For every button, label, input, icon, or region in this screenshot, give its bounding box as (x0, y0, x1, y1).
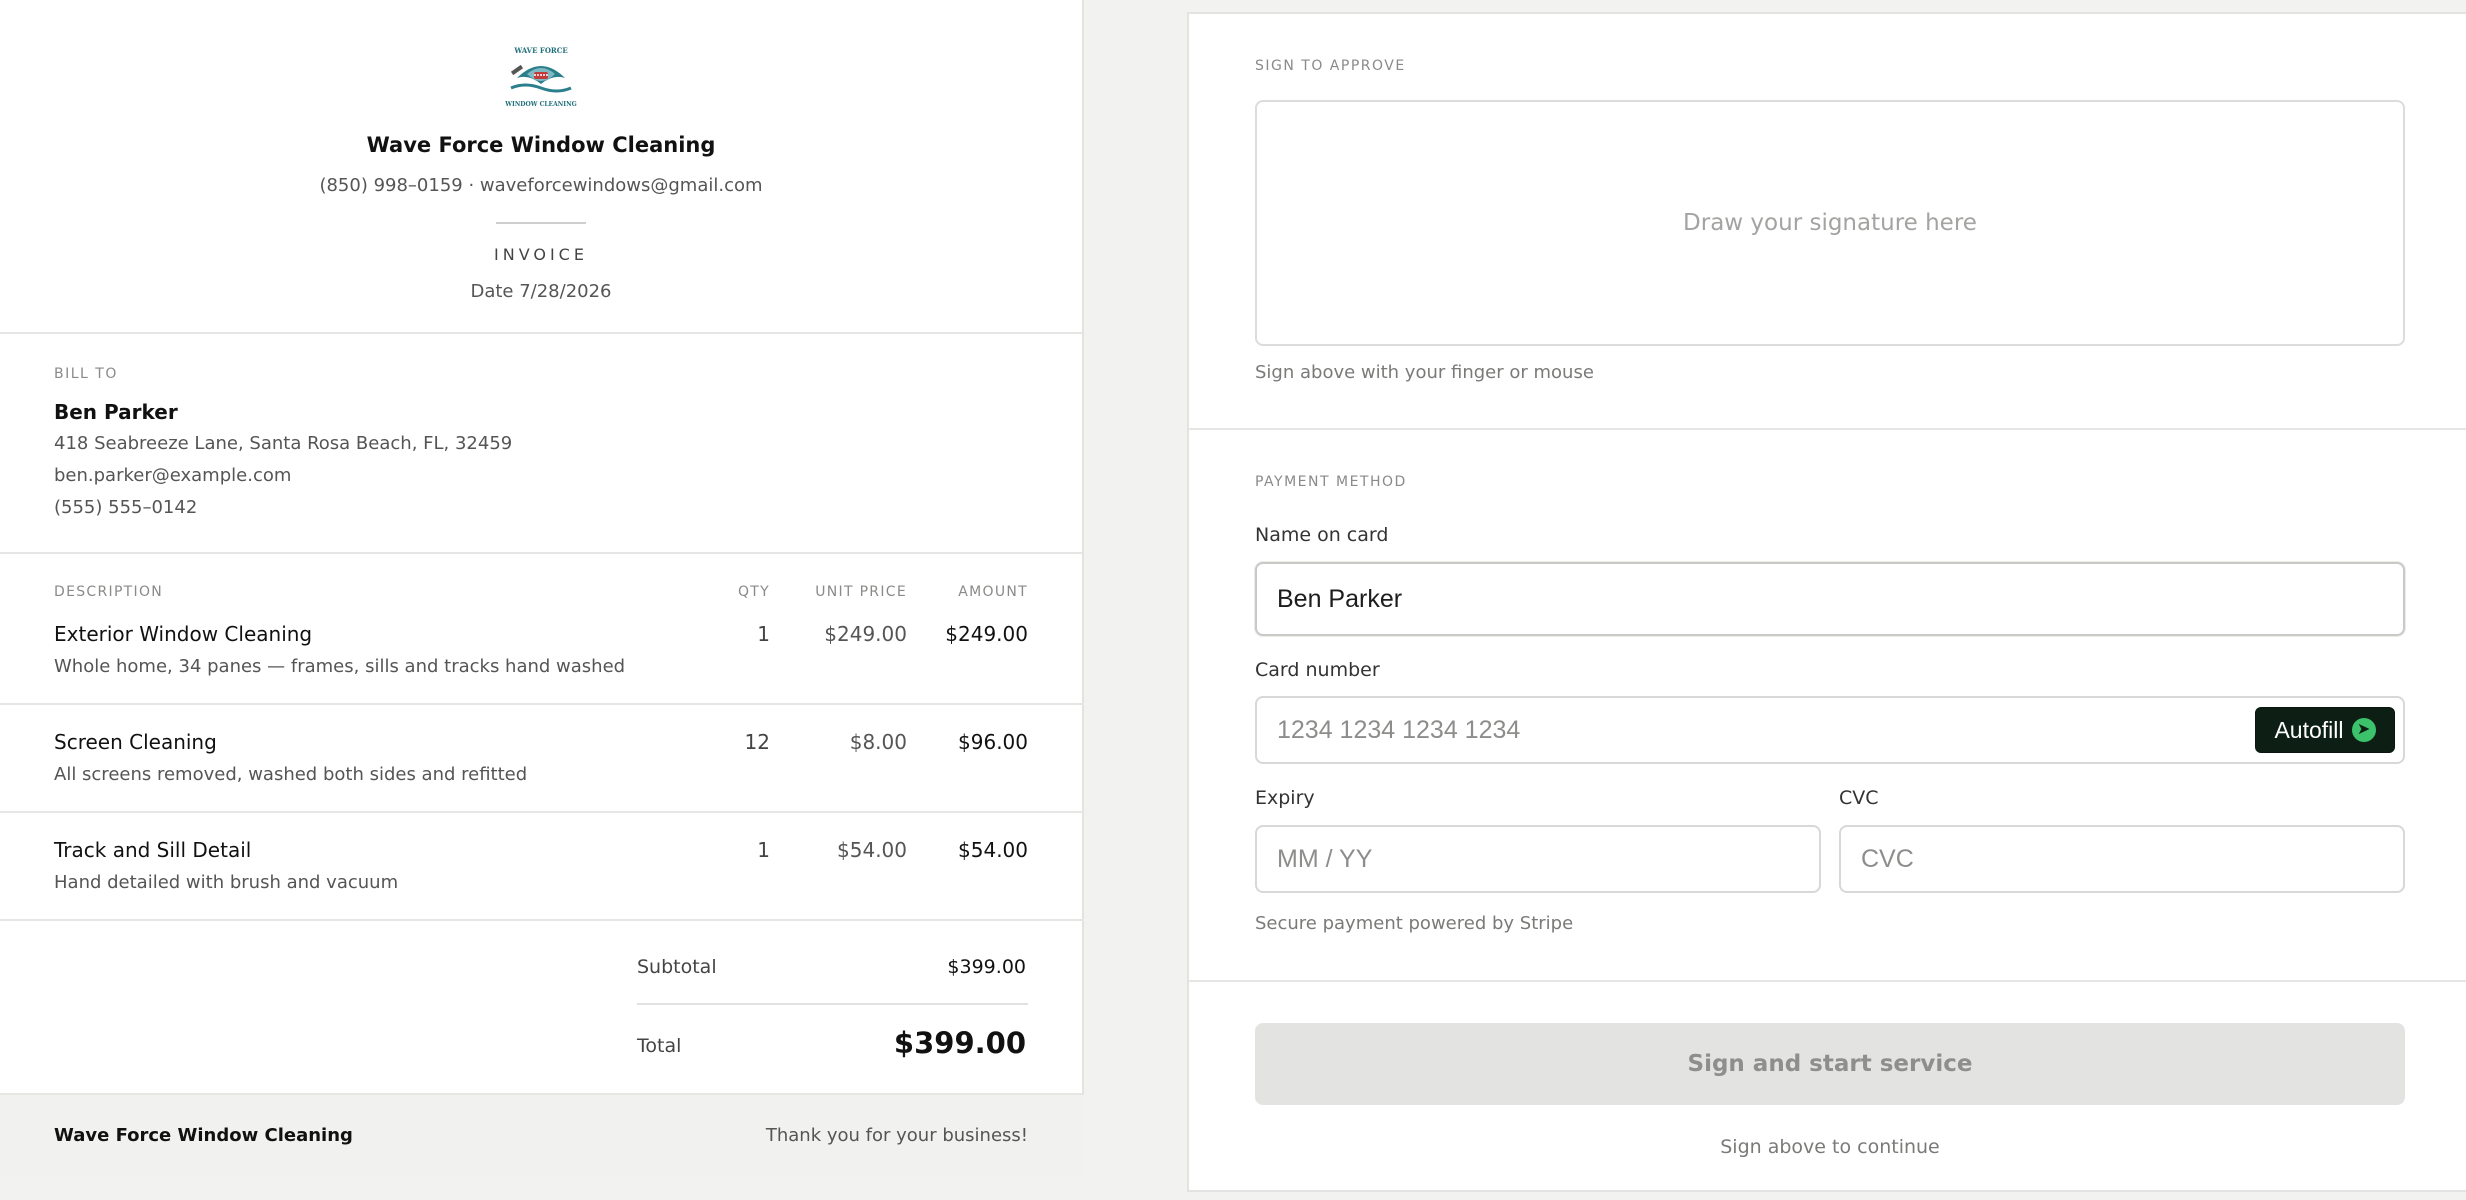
bill-to-label: BILL TO (54, 366, 118, 382)
name-on-card-label: Name on card (1255, 524, 1389, 546)
item-description: All screens removed, washed both sides a… (54, 764, 528, 785)
company-contact: (850) 998–0159 · waveforcewindows@gmail.… (319, 175, 763, 196)
item-qty: 12 (744, 730, 770, 754)
total-value: $399.00 (893, 1026, 1026, 1060)
signature-pad-placeholder: Draw your signature here (1683, 210, 1977, 236)
secure-payment-note: Secure payment powered by Stripe (1255, 913, 1574, 934)
customer-name: Ben Parker (54, 400, 178, 424)
item-title: Exterior Window Cleaning (54, 622, 313, 646)
document-type-label: INVOICE (494, 245, 588, 264)
card-number-label: Card number (1255, 659, 1380, 681)
customer-phone: (555) 555–0142 (54, 497, 198, 518)
header-divider (496, 222, 586, 224)
subtotal-value: $399.00 (947, 956, 1026, 978)
item-unit-price: $54.00 (837, 838, 907, 862)
approval-payment-panel: SIGN TO APPROVE Draw your signature here… (1187, 12, 2466, 1192)
card-number-input[interactable] (1255, 696, 2405, 764)
line-item: Screen Cleaning All screens removed, was… (0, 705, 1084, 813)
item-unit-price: $8.00 (849, 730, 907, 754)
invoice-header: WAVE FORCE WINDOW CLEANING Wave Force Wi… (0, 0, 1082, 334)
arrow-right-circle-icon: ➤ (2351, 718, 2376, 742)
total-label: Total (637, 1035, 682, 1057)
customer-email: ben.parker@example.com (54, 465, 292, 486)
invoice-footer: Wave Force Window Cleaning Thank you for… (0, 1093, 1084, 1176)
totals-divider (637, 1003, 1028, 1005)
item-qty: 1 (757, 838, 770, 862)
continue-hint: Sign above to continue (1720, 1136, 1940, 1158)
line-item: Track and Sill Detail Hand detailed with… (0, 813, 1084, 921)
item-amount: $96.00 (958, 730, 1028, 754)
section-divider (1189, 428, 2466, 430)
item-amount: $54.00 (958, 838, 1028, 862)
cvc-label: CVC (1839, 787, 1879, 809)
invoice-date: Date 7/28/2026 (470, 281, 612, 302)
name-on-card-input[interactable] (1255, 562, 2405, 636)
company-logo: WAVE FORCE WINDOW CLEANING (505, 46, 577, 108)
sign-section-label: SIGN TO APPROVE (1255, 58, 1406, 74)
section-divider (1189, 980, 2466, 982)
item-amount: $249.00 (945, 622, 1028, 646)
signature-pad[interactable]: Draw your signature here (1255, 100, 2405, 346)
line-item: Exterior Window Cleaning Whole home, 34 … (0, 597, 1084, 705)
sign-and-start-button[interactable]: Sign and start service (1255, 1023, 2405, 1105)
company-name: Wave Force Window Cleaning (366, 133, 716, 157)
footer-thanks: Thank you for your business! (765, 1125, 1028, 1146)
item-title: Track and Sill Detail (54, 838, 252, 862)
item-description: Whole home, 34 panes — frames, sills and… (54, 656, 626, 677)
panel-gap (1117, 0, 1187, 1200)
expiry-input[interactable] (1255, 825, 1821, 893)
svg-text:WAVE FORCE: WAVE FORCE (513, 46, 567, 55)
item-title: Screen Cleaning (54, 730, 217, 754)
autofill-label: Autofill (2274, 716, 2344, 743)
item-description: Hand detailed with brush and vacuum (54, 872, 399, 893)
item-unit-price: $249.00 (824, 622, 907, 646)
footer-company-name: Wave Force Window Cleaning (54, 1125, 353, 1146)
svg-text:WINDOW CLEANING: WINDOW CLEANING (505, 101, 577, 108)
cvc-input[interactable] (1839, 825, 2405, 893)
subtotal-label: Subtotal (637, 956, 717, 978)
payment-section-label: PAYMENT METHOD (1255, 474, 1407, 490)
autofill-button[interactable]: Autofill ➤ (2255, 707, 2395, 753)
expiry-label: Expiry (1255, 787, 1315, 809)
invoice-panel: WAVE FORCE WINDOW CLEANING Wave Force Wi… (0, 0, 1084, 1176)
customer-address: 418 Seabreeze Lane, Santa Rosa Beach, FL… (54, 433, 513, 454)
signature-hint: Sign above with your finger or mouse (1255, 362, 1594, 383)
item-qty: 1 (757, 622, 770, 646)
